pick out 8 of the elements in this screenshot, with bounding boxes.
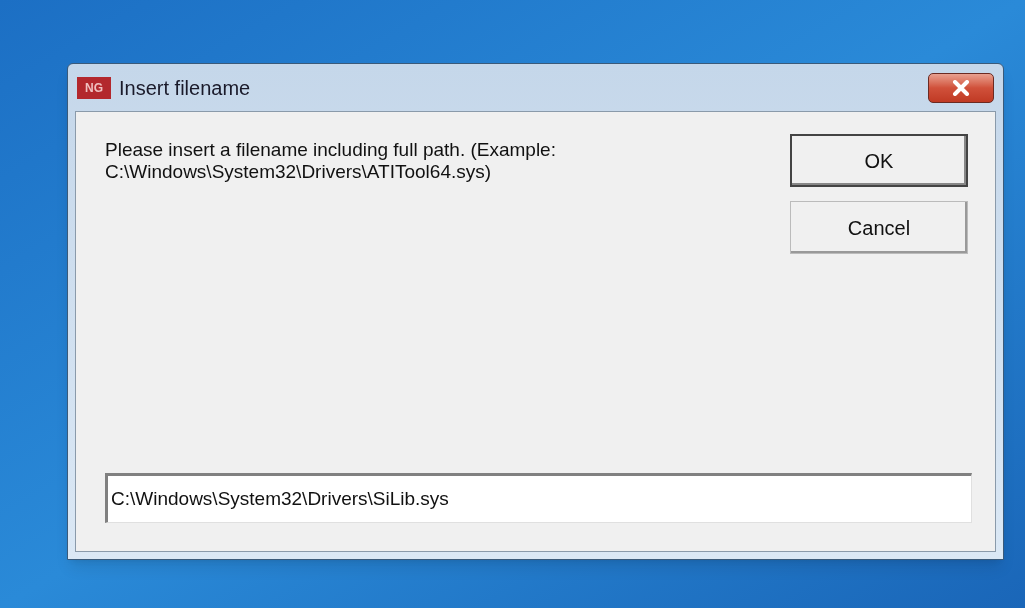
close-icon — [952, 79, 970, 96]
window-title: Insert filename — [119, 75, 251, 101]
app-icon: NG — [77, 76, 111, 99]
dialog-button[interactable]: Cancel — [790, 201, 968, 254]
dialog-button[interactable]: OK — [790, 134, 968, 187]
filename-field[interactable]: C:\Windows\System32\Drivers\SiLib.sys — [105, 473, 972, 523]
close-button[interactable] — [928, 72, 994, 103]
instruction-text: Please insert a filename including full path. (Example: C:\Windows\System32\Drivers\ATITool64.sys) — [105, 139, 557, 184]
